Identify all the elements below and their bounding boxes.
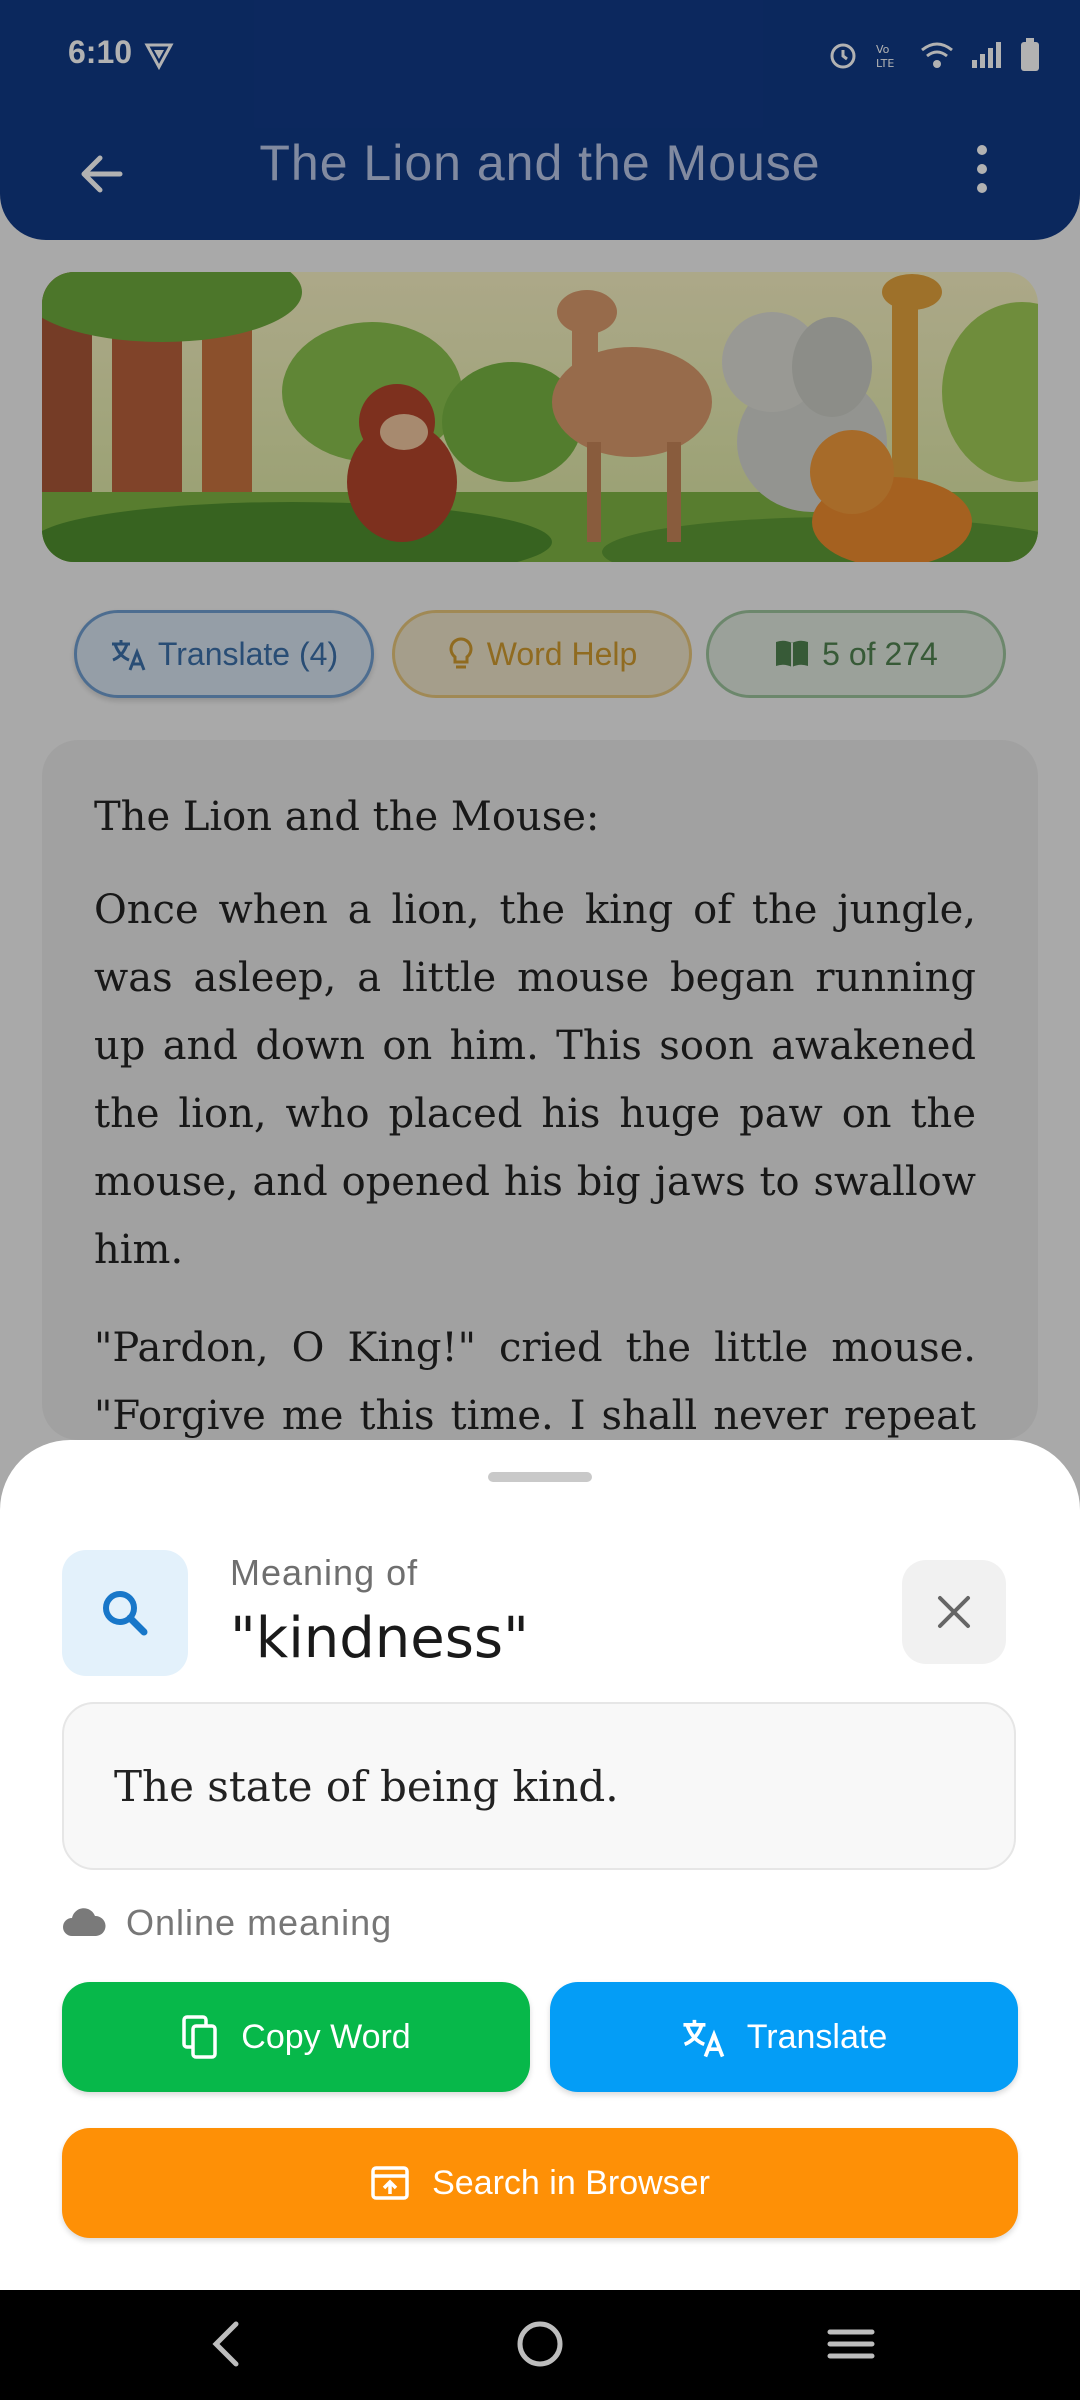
close-icon (938, 1596, 970, 1628)
cloud-icon (63, 1908, 106, 1936)
meaning-source: Online meaning (62, 1902, 392, 1944)
system-nav-bar (0, 2290, 1080, 2400)
search-icon (103, 1591, 148, 1636)
nav-recents-icon[interactable] (826, 2318, 876, 2370)
translate-icon (683, 2019, 725, 2058)
meaning-source-label: Online meaning (126, 1902, 393, 1943)
close-button[interactable] (902, 1560, 1006, 1664)
definition-box: The state of being kind. (62, 1702, 1016, 1870)
translate-button[interactable]: Translate (550, 1982, 1018, 2092)
meaning-word: "kindness" (230, 1606, 529, 1671)
copy-word-label: Copy Word (241, 2017, 411, 2056)
drag-handle[interactable] (488, 1472, 592, 1482)
meaning-label: Meaning of (230, 1552, 419, 1593)
word-meaning-sheet: Meaning of "kindness" The state of being… (0, 1440, 1080, 2290)
copy-word-button[interactable]: Copy Word (62, 1982, 530, 2092)
open-in-browser-icon (371, 2166, 409, 2200)
nav-home-icon[interactable] (514, 2318, 566, 2370)
search-in-browser-label: Search in Browser (432, 2163, 710, 2202)
translate-button-label: Translate (746, 2017, 888, 2056)
search-badge (62, 1550, 188, 1676)
copy-icon (182, 2015, 218, 2059)
nav-back-icon[interactable] (206, 2318, 246, 2370)
search-in-browser-button[interactable]: Search in Browser (62, 2128, 1018, 2238)
definition-text: The state of being kind. (114, 1761, 619, 1811)
